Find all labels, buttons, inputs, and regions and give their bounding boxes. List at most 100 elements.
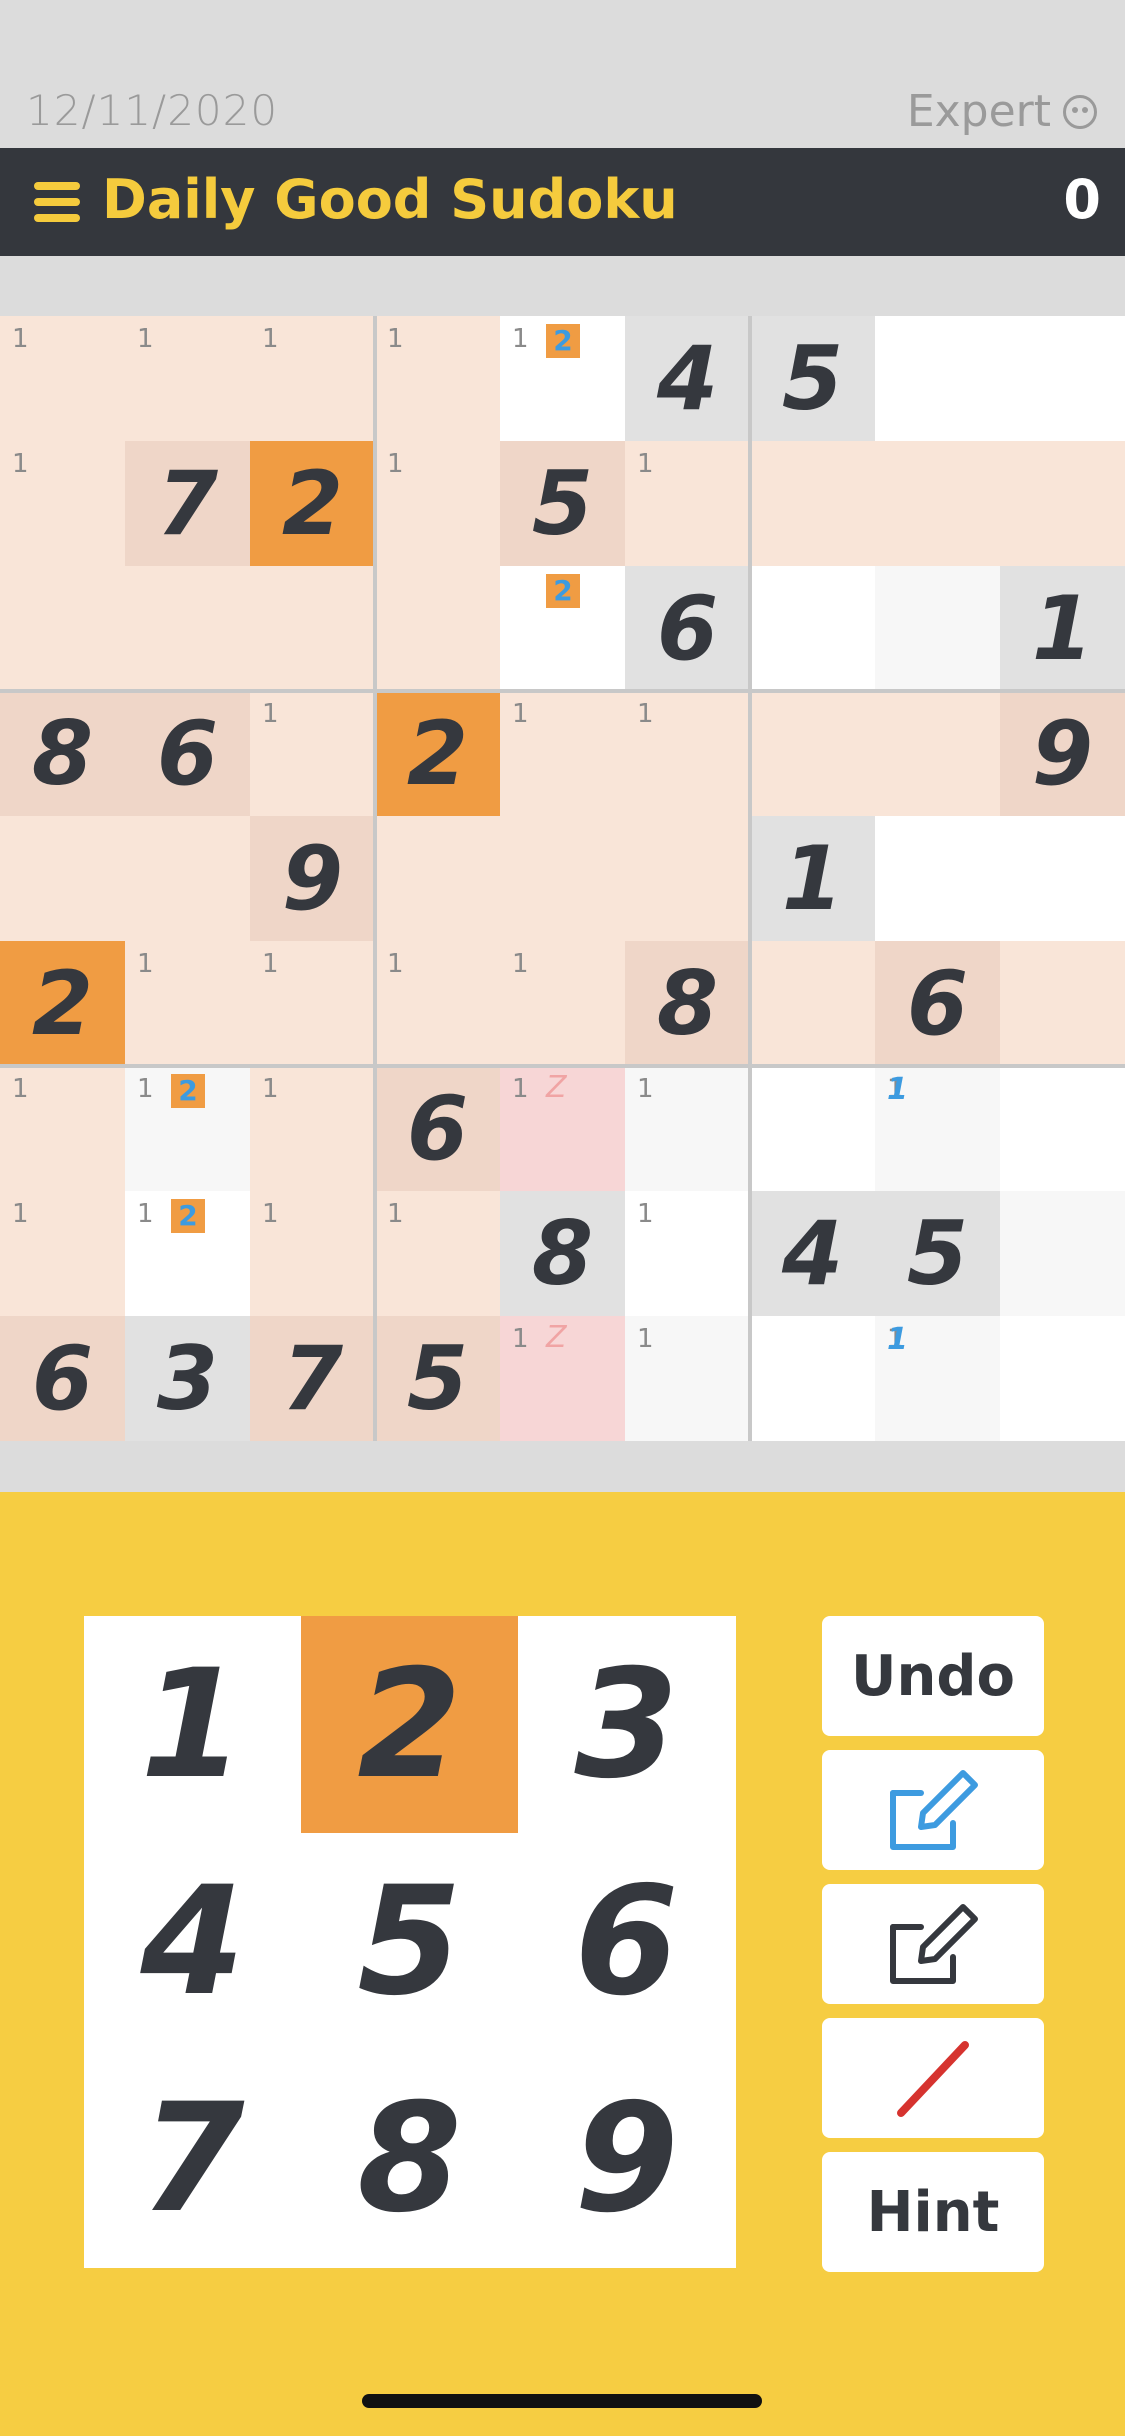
- sudoku-cell-r9c3[interactable]: 7: [250, 1316, 375, 1441]
- sudoku-cell-r4c5[interactable]: 1: [500, 691, 625, 816]
- sudoku-cell-r2c1[interactable]: 1: [0, 441, 125, 566]
- sudoku-cell-r4c3[interactable]: 1: [250, 691, 375, 816]
- sudoku-cell-r4c9[interactable]: 9: [1000, 691, 1125, 816]
- keypad-key-5[interactable]: 5: [301, 1833, 518, 2050]
- keypad-key-4[interactable]: 4: [84, 1833, 301, 2050]
- sudoku-cell-r4c4[interactable]: 2: [375, 691, 500, 816]
- keypad-key-1[interactable]: 1: [84, 1616, 301, 1833]
- sudoku-cell-r6c1[interactable]: 2: [0, 941, 125, 1066]
- sudoku-cell-r7c9[interactable]: [1000, 1066, 1125, 1191]
- sudoku-cell-r4c6[interactable]: 1: [625, 691, 750, 816]
- sudoku-cell-r7c5[interactable]: 1Z: [500, 1066, 625, 1191]
- undo-button[interactable]: Undo: [822, 1616, 1044, 1736]
- sudoku-cell-r9c5[interactable]: 1Z: [500, 1316, 625, 1441]
- sudoku-cell-r6c4[interactable]: 1: [375, 941, 500, 1066]
- sudoku-cell-r1c8[interactable]: [875, 316, 1000, 441]
- sudoku-cell-r7c7[interactable]: [750, 1066, 875, 1191]
- sudoku-cell-r5c7[interactable]: 1: [750, 816, 875, 941]
- sudoku-cell-r1c4[interactable]: 1: [375, 316, 500, 441]
- pencil-note: 1: [262, 949, 279, 979]
- keypad-key-7[interactable]: 7: [84, 2050, 301, 2267]
- notes-button[interactable]: [822, 1884, 1044, 2004]
- pencil-mode-button[interactable]: [822, 1750, 1044, 1870]
- sudoku-cell-r6c6[interactable]: 8: [625, 941, 750, 1066]
- pencil-note: 1: [262, 699, 279, 729]
- sudoku-cell-r3c2[interactable]: [125, 566, 250, 691]
- sudoku-cell-r8c8[interactable]: 5: [875, 1191, 1000, 1316]
- sudoku-cell-r4c7[interactable]: [750, 691, 875, 816]
- sudoku-cell-r2c2[interactable]: 7: [125, 441, 250, 566]
- sudoku-cell-r3c6[interactable]: 6: [625, 566, 750, 691]
- sudoku-cell-r9c1[interactable]: 6: [0, 1316, 125, 1441]
- sudoku-cell-r8c6[interactable]: 1: [625, 1191, 750, 1316]
- sudoku-cell-r3c3[interactable]: [250, 566, 375, 691]
- eliminate-button[interactable]: [822, 2018, 1044, 2138]
- sudoku-cell-r9c8[interactable]: 11: [875, 1316, 1000, 1441]
- sudoku-cell-r6c9[interactable]: [1000, 941, 1125, 1066]
- skull-icon: [1063, 94, 1097, 129]
- sudoku-cell-r3c8[interactable]: [875, 566, 1000, 691]
- sudoku-cell-r3c4[interactable]: [375, 566, 500, 691]
- sudoku-cell-r9c7[interactable]: [750, 1316, 875, 1441]
- sudoku-cell-r3c5[interactable]: 2: [500, 566, 625, 691]
- sudoku-cell-r5c4[interactable]: [375, 816, 500, 941]
- sudoku-cell-r6c5[interactable]: 1: [500, 941, 625, 1066]
- sudoku-cell-r1c5[interactable]: 12: [500, 316, 625, 441]
- sudoku-cell-r1c9[interactable]: [1000, 316, 1125, 441]
- sudoku-cell-r5c1[interactable]: [0, 816, 125, 941]
- sudoku-cell-r2c7[interactable]: [750, 441, 875, 566]
- sudoku-cell-r3c9[interactable]: 1: [1000, 566, 1125, 691]
- keypad-key-2[interactable]: 2: [301, 1616, 518, 1833]
- sudoku-cell-r7c4[interactable]: 6: [375, 1066, 500, 1191]
- sudoku-cell-r7c1[interactable]: 1: [0, 1066, 125, 1191]
- sudoku-cell-r1c1[interactable]: 1: [0, 316, 125, 441]
- sudoku-cell-r6c8[interactable]: 6: [875, 941, 1000, 1066]
- sudoku-cell-r9c4[interactable]: 5: [375, 1316, 500, 1441]
- sudoku-cell-r1c2[interactable]: 1: [125, 316, 250, 441]
- sudoku-cell-r7c6[interactable]: 1: [625, 1066, 750, 1191]
- sudoku-cell-r2c3[interactable]: 2: [250, 441, 375, 566]
- sudoku-cell-r5c5[interactable]: [500, 816, 625, 941]
- sudoku-cell-r5c2[interactable]: [125, 816, 250, 941]
- keypad-key-9[interactable]: 9: [518, 2050, 735, 2267]
- sudoku-cell-r8c2[interactable]: 12: [125, 1191, 250, 1316]
- sudoku-cell-r5c3[interactable]: 9: [250, 816, 375, 941]
- sudoku-cell-r8c5[interactable]: 8: [500, 1191, 625, 1316]
- sudoku-cell-r9c9[interactable]: [1000, 1316, 1125, 1441]
- sudoku-cell-r6c2[interactable]: 1: [125, 941, 250, 1066]
- sudoku-cell-r2c8[interactable]: [875, 441, 1000, 566]
- sudoku-cell-r2c5[interactable]: 5: [500, 441, 625, 566]
- sudoku-cell-r1c6[interactable]: 4: [625, 316, 750, 441]
- sudoku-cell-r9c2[interactable]: 3: [125, 1316, 250, 1441]
- sudoku-cell-r5c9[interactable]: [1000, 816, 1125, 941]
- sudoku-cell-r8c3[interactable]: 1: [250, 1191, 375, 1316]
- cell-value: 6: [406, 1077, 469, 1180]
- sudoku-cell-r9c6[interactable]: 1: [625, 1316, 750, 1441]
- keypad-key-8[interactable]: 8: [301, 2050, 518, 2267]
- hint-button[interactable]: Hint: [822, 2152, 1044, 2272]
- keypad-key-3[interactable]: 3: [518, 1616, 735, 1833]
- sudoku-cell-r8c9[interactable]: [1000, 1191, 1125, 1316]
- sudoku-cell-r1c7[interactable]: 5: [750, 316, 875, 441]
- sudoku-cell-r7c3[interactable]: 1: [250, 1066, 375, 1191]
- sudoku-cell-r6c7[interactable]: [750, 941, 875, 1066]
- hamburger-menu-icon[interactable]: [34, 182, 80, 222]
- sudoku-cell-r8c7[interactable]: 4: [750, 1191, 875, 1316]
- sudoku-cell-r2c6[interactable]: 1: [625, 441, 750, 566]
- sudoku-cell-r2c9[interactable]: [1000, 441, 1125, 566]
- sudoku-cell-r8c4[interactable]: 1: [375, 1191, 500, 1316]
- sudoku-cell-r3c1[interactable]: [0, 566, 125, 691]
- sudoku-cell-r6c3[interactable]: 1: [250, 941, 375, 1066]
- sudoku-cell-r2c4[interactable]: 1: [375, 441, 500, 566]
- sudoku-cell-r4c2[interactable]: 6: [125, 691, 250, 816]
- sudoku-cell-r8c1[interactable]: 1: [0, 1191, 125, 1316]
- sudoku-cell-r5c8[interactable]: [875, 816, 1000, 941]
- sudoku-cell-r4c8[interactable]: [875, 691, 1000, 816]
- sudoku-cell-r4c1[interactable]: 8: [0, 691, 125, 816]
- sudoku-cell-r5c6[interactable]: [625, 816, 750, 941]
- sudoku-cell-r7c8[interactable]: 11: [875, 1066, 1000, 1191]
- sudoku-cell-r1c3[interactable]: 1: [250, 316, 375, 441]
- sudoku-cell-r3c7[interactable]: [750, 566, 875, 691]
- sudoku-cell-r7c2[interactable]: 12: [125, 1066, 250, 1191]
- keypad-key-6[interactable]: 6: [518, 1833, 735, 2050]
